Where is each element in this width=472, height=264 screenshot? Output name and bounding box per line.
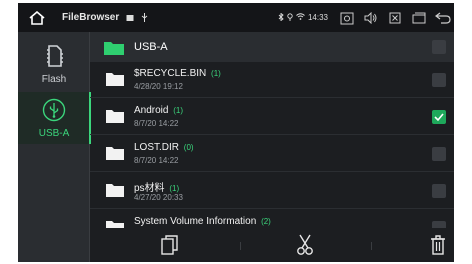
sd-card-icon: [42, 44, 66, 68]
file-name: LOST.DIR: [134, 142, 180, 153]
select-all-checkbox[interactable]: [432, 40, 446, 54]
modified-date: 8/7/20 14:22: [134, 156, 179, 165]
folder-icon: [106, 110, 124, 128]
modified-date: 4/27/20 20:33: [134, 193, 183, 202]
image-icon: [126, 14, 134, 22]
file-name: $RECYCLE.BIN: [134, 68, 207, 79]
file-list: USB-A $RECYCLE.BIN (1) 4/28/20 19:12 And…: [90, 32, 454, 228]
wifi-icon: [296, 13, 305, 22]
row-checkbox[interactable]: [432, 221, 446, 228]
system-indicators: 14:33: [275, 12, 328, 23]
current-folder-header: USB-A: [90, 32, 454, 62]
modified-date: 4/28/20 19:12: [134, 82, 183, 91]
usb-small-icon: [141, 13, 148, 22]
bluetooth-icon: [278, 12, 284, 23]
status-bar: FileBrowser 14:33: [18, 3, 454, 32]
current-folder-title: USB-A: [134, 41, 168, 53]
volume-icon[interactable]: [360, 7, 382, 29]
sidebar-item-label: Flash: [41, 74, 67, 85]
row-checkbox[interactable]: [432, 147, 446, 161]
sidebar-item-usb-a[interactable]: USB-A: [18, 92, 91, 144]
folder-icon: [106, 221, 124, 228]
screenshot-icon[interactable]: [336, 7, 358, 29]
modified-date: 8/7/20 14:22: [134, 119, 179, 128]
item-count: (0): [183, 143, 194, 152]
copy-icon[interactable]: [159, 234, 181, 256]
row-checkbox[interactable]: [432, 73, 446, 87]
file-name: Android: [134, 105, 169, 116]
list-item[interactable]: System Volume Information (2): [90, 210, 454, 228]
checkmark-icon: [434, 113, 444, 122]
close-box-icon[interactable]: [384, 7, 406, 29]
home-icon[interactable]: [26, 7, 48, 29]
item-count: (1): [211, 69, 221, 78]
file-browser-screen: FileBrowser 14:33 Flash USB-A USB-A $REC…: [18, 3, 454, 262]
usb-icon: [42, 98, 66, 122]
window-icon[interactable]: [408, 7, 430, 29]
delete-icon[interactable]: [427, 234, 449, 256]
item-count: (1): [173, 106, 184, 115]
back-icon[interactable]: [432, 7, 454, 29]
row-checkbox[interactable]: [432, 184, 446, 198]
file-name: System Volume Information: [134, 216, 257, 227]
item-count: (2): [261, 217, 271, 226]
location-icon: [287, 12, 293, 23]
list-item[interactable]: ps材料 (1) 4/27/20 20:33: [90, 173, 454, 209]
toolbar-divider: [371, 242, 372, 250]
folder-green-icon: [104, 41, 124, 60]
folder-icon: [106, 73, 124, 91]
sidebar-item-flash[interactable]: Flash: [18, 38, 90, 90]
action-toolbar: [90, 228, 454, 262]
row-checkbox[interactable]: [432, 110, 446, 124]
folder-icon: [106, 184, 124, 202]
item-count: (1): [169, 184, 180, 193]
clock-time: 14:33: [307, 13, 328, 22]
storage-sidebar: Flash USB-A: [18, 32, 91, 262]
cut-icon[interactable]: [294, 234, 316, 256]
sidebar-item-label: USB-A: [38, 128, 70, 139]
list-item[interactable]: Android (1) 8/7/20 14:22: [90, 99, 454, 135]
app-title: FileBrowser: [62, 12, 120, 23]
folder-icon: [106, 147, 124, 165]
list-item[interactable]: LOST.DIR (0) 8/7/20 14:22: [90, 136, 454, 172]
list-item[interactable]: $RECYCLE.BIN (1) 4/28/20 19:12: [90, 62, 454, 98]
toolbar-divider: [240, 242, 241, 250]
